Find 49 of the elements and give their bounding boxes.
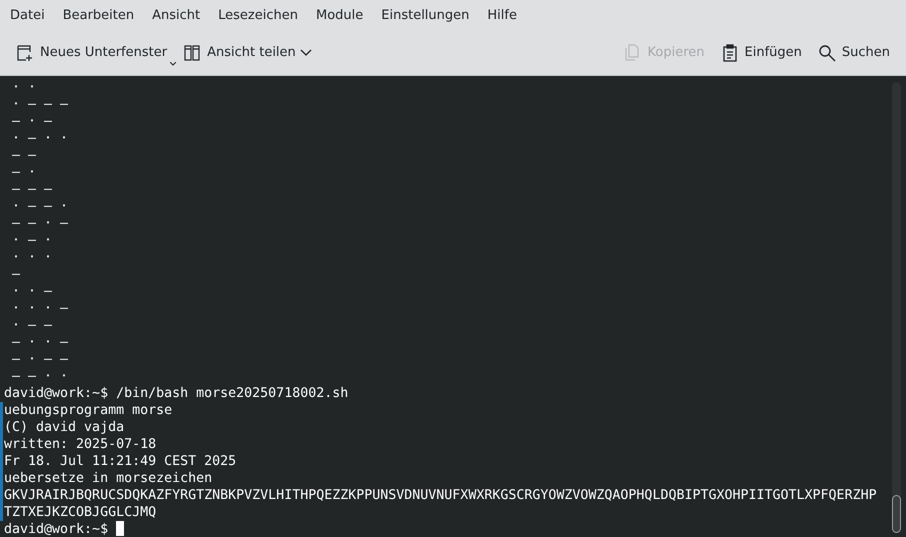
paste-button[interactable]: Einfügen — [712, 38, 810, 66]
terminal-output-line: uebersetze in morsezeichen — [4, 470, 212, 487]
search-icon — [818, 44, 836, 62]
menu-item[interactable]: Bearbeiten — [54, 8, 142, 22]
menu-item[interactable]: Hilfe — [479, 8, 525, 22]
scrollbar-track[interactable] — [892, 82, 901, 533]
morse-code-line: – — [11, 266, 20, 283]
terminal-area[interactable] — [0, 76, 906, 537]
split-view-icon — [183, 44, 202, 62]
morse-code-line: – · – – — [11, 351, 68, 368]
search-button[interactable]: Suchen — [810, 38, 898, 66]
terminal-output-line: (C) david vajda — [4, 419, 124, 436]
terminal-output-line: TZTXEJKZCOBJGGLCJMQ — [4, 504, 156, 521]
morse-code-line: · · · — [11, 249, 52, 266]
morse-code-line: – · — [11, 164, 36, 181]
morse-code-line: · · – — [11, 283, 52, 300]
menu-item[interactable]: Datei — [2, 8, 53, 22]
copy-icon — [624, 44, 642, 62]
terminal-command-line: david@work:~$ /bin/bash morse20250718002.sh — [4, 385, 348, 402]
morse-code-line: · – – — [11, 317, 52, 334]
terminal-output-line: GKVJRAIRJBQRUCSDQKAZFYRGTZNBKPVZVLHITHPQEZZKPPUNSVDNUVNUFXWXRKGSCRGYOWZVOWZQAOPHQLDQBIPTGXOHPIITGOTLXPFQERZHP — [4, 487, 877, 504]
terminal-output-line: uebungsprogramm morse — [4, 402, 172, 419]
new-tab-button[interactable]: Neues Unterfenster — [8, 38, 176, 66]
scrollbar-thumb[interactable] — [892, 495, 901, 533]
split-button[interactable]: Ansicht teilen — [175, 38, 304, 66]
morse-code-line: – – – — [11, 181, 52, 198]
morse-code-line: – – — [11, 147, 36, 164]
morse-code-line: – · · – — [11, 334, 68, 351]
terminal-output-line: written: 2025-07-18 — [4, 436, 156, 453]
morse-code-line: · · · – — [11, 300, 68, 317]
terminal-output-line: Fr 18. Jul 11:21:49 CEST 2025 — [4, 453, 236, 470]
morse-code-line: – – · – — [11, 215, 68, 232]
menu-item[interactable]: Einstellungen — [373, 8, 478, 22]
clipboard-icon — [720, 44, 738, 62]
text-cursor — [116, 520, 124, 536]
morse-code-line: · · — [11, 79, 36, 96]
menu-item[interactable]: Lesezeichen — [210, 8, 306, 22]
morse-code-line: – · – — [11, 113, 52, 130]
terminal-prompt: david@work:~$ — [4, 521, 110, 537]
menu-item[interactable]: Ansicht — [144, 8, 208, 22]
chevron-down-icon[interactable] — [300, 48, 312, 56]
morse-code-line: – – · · — [11, 368, 68, 385]
morse-code-line: · – · · — [11, 130, 68, 147]
morse-code-line: · – · — [11, 232, 52, 249]
morse-code-line: · – – · — [11, 198, 68, 215]
new-tab-icon — [16, 44, 34, 62]
morse-code-line: · – – – — [11, 96, 68, 113]
dropdown-icon — [170, 62, 176, 66]
menu-item[interactable]: Module — [308, 8, 372, 22]
